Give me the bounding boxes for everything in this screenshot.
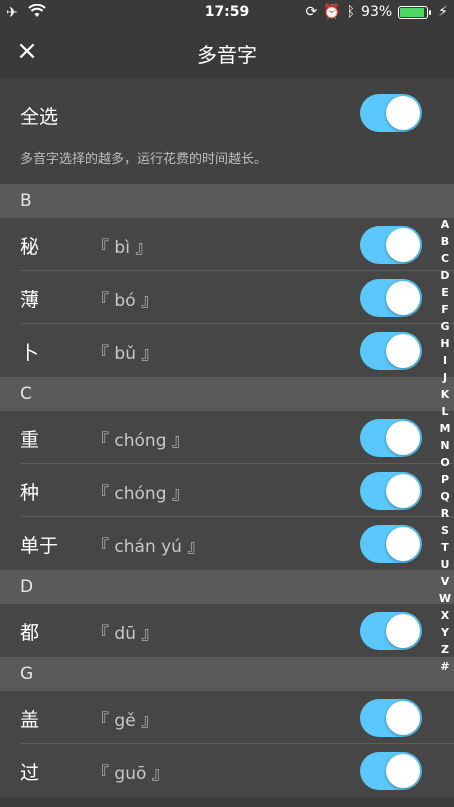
- list-item: 单于 『 chán yú 』: [0, 517, 454, 570]
- alphabet-index[interactable]: A B C D E F G H I J K L M N O P Q R S T U V W X Y Z #: [438, 216, 452, 675]
- status-right: ⟳ ⏰ ᛒ 93% ⚡: [305, 4, 448, 20]
- select-all-section: 全选 多音字选择的越多，运行花费的时间越长。: [0, 78, 454, 184]
- pinyin-label: 『 bǔ 』: [92, 344, 159, 364]
- polyphone-char: 种: [20, 482, 40, 504]
- index-letter-p[interactable]: P: [438, 471, 452, 488]
- index-letter-b[interactable]: B: [438, 233, 452, 250]
- index-letter-a[interactable]: A: [438, 216, 452, 233]
- index-letter-z[interactable]: Z: [438, 641, 452, 658]
- polyphone-toggle[interactable]: [360, 699, 422, 737]
- index-letter-w[interactable]: W: [438, 590, 452, 607]
- toggle-knob: [386, 96, 420, 130]
- battery-percent: 93%: [361, 4, 393, 20]
- pinyin-label: 『 guō 』: [92, 764, 169, 784]
- index-letter-e[interactable]: E: [438, 284, 452, 301]
- index-letter-i[interactable]: I: [438, 352, 452, 369]
- section-letter: C: [20, 384, 32, 404]
- index-letter-h[interactable]: H: [438, 335, 452, 352]
- index-letter-g[interactable]: G: [438, 318, 452, 335]
- polyphone-char: 单于: [20, 535, 59, 557]
- index-letter-s[interactable]: S: [438, 522, 452, 539]
- polyphone-char: 卜: [20, 342, 40, 364]
- page-title: 多音字: [197, 43, 257, 67]
- section-letter: B: [20, 191, 32, 211]
- polyphone-toggle[interactable]: [360, 279, 422, 317]
- index-letter-u[interactable]: U: [438, 556, 452, 573]
- list-item: 卜 『 bǔ 』: [0, 324, 454, 377]
- polyphone-char: 薄: [20, 289, 40, 311]
- charging-icon: ⚡: [438, 4, 448, 20]
- index-letter-x[interactable]: X: [438, 607, 452, 624]
- index-letter-c[interactable]: C: [438, 250, 452, 267]
- pinyin-label: 『 dū 』: [92, 624, 159, 644]
- list-item: 秘 『 bì 』: [0, 218, 454, 271]
- pinyin-label: 『 chóng 』: [92, 431, 189, 451]
- index-letter-m[interactable]: M: [438, 420, 452, 437]
- polyphone-char: 都: [20, 622, 40, 644]
- toggle-knob: [386, 701, 420, 735]
- list-item: 重 『 chóng 』: [0, 411, 454, 464]
- list-item: 种 『 chóng 』: [0, 464, 454, 517]
- list-item: 过 『 guō 』: [0, 744, 454, 797]
- polyphone-toggle[interactable]: [360, 332, 422, 370]
- index-letter-o[interactable]: O: [438, 454, 452, 471]
- toggle-knob: [386, 228, 420, 262]
- list-item: 都 『 dū 』: [0, 604, 454, 657]
- polyphone-char: 过: [20, 762, 40, 784]
- section-letter: D: [20, 577, 34, 597]
- polyphone-toggle[interactable]: [360, 226, 422, 264]
- index-letter-n[interactable]: N: [438, 437, 452, 454]
- battery-fill: [400, 7, 425, 17]
- index-letter-y[interactable]: Y: [438, 624, 452, 641]
- toggle-knob: [386, 527, 420, 561]
- select-all-label: 全选: [20, 106, 59, 128]
- orientation-lock-icon: ⟳: [305, 4, 318, 20]
- index-letter-j[interactable]: J: [438, 369, 452, 386]
- pinyin-label: 『 chóng 』: [92, 484, 189, 504]
- toggle-knob: [386, 334, 420, 368]
- list-item: 盖 『 gě 』: [0, 691, 454, 744]
- polyphone-toggle[interactable]: [360, 612, 422, 650]
- index-letter-l[interactable]: L: [438, 403, 452, 420]
- index-letter-r[interactable]: R: [438, 505, 452, 522]
- pinyin-label: 『 bì 』: [92, 238, 153, 258]
- toggle-knob: [386, 421, 420, 455]
- polyphone-toggle[interactable]: [360, 752, 422, 790]
- polyphone-char: 重: [20, 429, 40, 451]
- list-item: 薄 『 bó 』: [0, 271, 454, 324]
- pinyin-label: 『 gě 』: [92, 711, 159, 731]
- pinyin-label: 『 chán yú 』: [92, 537, 205, 557]
- index-letter-d[interactable]: D: [438, 267, 452, 284]
- toggle-knob: [386, 754, 420, 788]
- index-letter-v[interactable]: V: [438, 573, 452, 590]
- section-letter: G: [20, 664, 34, 684]
- polyphone-char: 秘: [20, 236, 40, 258]
- polyphone-toggle[interactable]: [360, 472, 422, 510]
- index-letter-f[interactable]: F: [438, 301, 452, 318]
- index-letter-hash[interactable]: #: [438, 658, 452, 675]
- select-all-description: 多音字选择的越多，运行花费的时间越长。: [20, 152, 268, 167]
- alarm-icon: ⏰: [323, 4, 341, 20]
- toggle-knob: [386, 474, 420, 508]
- section-header-b: B: [0, 184, 454, 218]
- polyphone-char: 盖: [20, 709, 40, 731]
- index-letter-k[interactable]: K: [438, 386, 452, 403]
- index-letter-t[interactable]: T: [438, 539, 452, 556]
- toggle-knob: [386, 281, 420, 315]
- section-header-c: C: [0, 377, 454, 411]
- battery-icon: [398, 5, 432, 19]
- polyphone-toggle[interactable]: [360, 525, 422, 563]
- bluetooth-icon: ᛒ: [346, 4, 356, 20]
- toggle-knob: [386, 614, 420, 648]
- polyphone-toggle[interactable]: [360, 419, 422, 457]
- select-all-toggle[interactable]: [360, 94, 422, 132]
- index-letter-q[interactable]: Q: [438, 488, 452, 505]
- pinyin-label: 『 bó 』: [92, 291, 158, 311]
- section-header-g: G: [0, 657, 454, 691]
- nav-bar: × 多音字: [0, 26, 454, 78]
- section-header-d: D: [0, 570, 454, 604]
- status-bar: ✈ 17:59 ⟳ ⏰ ᛒ 93% ⚡: [0, 0, 454, 26]
